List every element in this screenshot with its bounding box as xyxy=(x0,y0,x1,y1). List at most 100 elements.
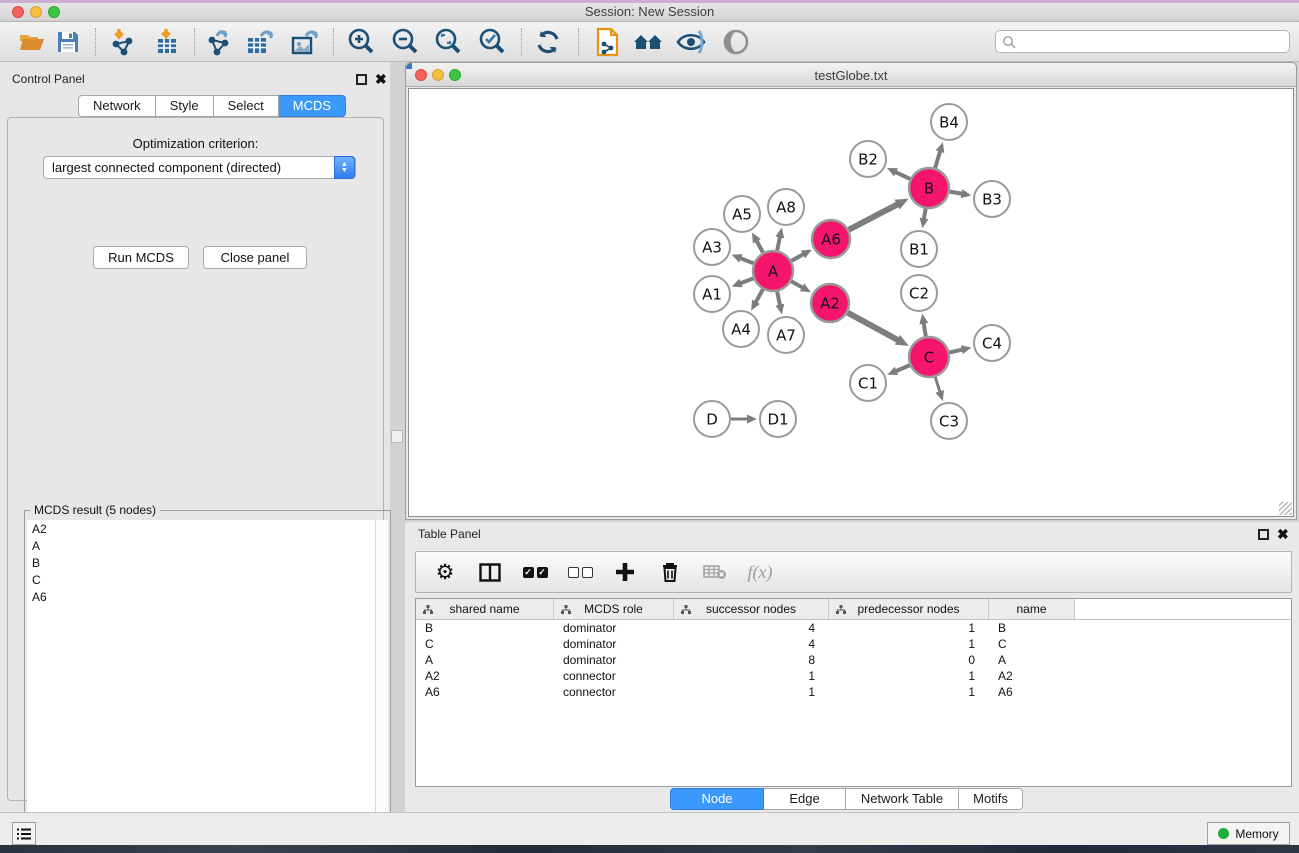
table-row[interactable]: A dominator 8 0 A xyxy=(416,652,1291,668)
table-panel-title: Table Panel xyxy=(418,527,481,541)
tab-network[interactable]: Network xyxy=(78,95,156,117)
refresh-icon[interactable] xyxy=(532,27,564,57)
open-file-icon[interactable] xyxy=(16,27,48,57)
deselect-all-icon[interactable] xyxy=(566,558,594,586)
result-item[interactable]: A2 xyxy=(27,520,388,537)
network-title: testGlobe.txt xyxy=(406,68,1296,83)
graph-edge-A-A6[interactable] xyxy=(791,253,804,260)
tab-select[interactable]: Select xyxy=(214,95,279,117)
zoom-fit-icon[interactable] xyxy=(432,27,464,57)
first-neighbors-icon[interactable] xyxy=(632,27,664,57)
column-header-predecessor-nodes[interactable]: predecessor nodes xyxy=(829,599,989,619)
resize-grip-icon[interactable] xyxy=(1279,502,1292,515)
zoom-in-icon[interactable] xyxy=(345,27,377,57)
network-graph: B4B2BB3A5A8A6B1A3AA1C2A2A4A7C4CC1C3DD1 xyxy=(409,89,1295,518)
graph-edge-arrowhead xyxy=(919,314,928,325)
graph-edge-A-A1[interactable] xyxy=(739,278,753,283)
graph-node-label-D1: D1 xyxy=(767,410,788,428)
graph-node-label-C4: C4 xyxy=(982,334,1002,352)
result-item[interactable]: C xyxy=(27,571,388,588)
result-item[interactable]: A6 xyxy=(27,588,388,605)
dropdown-stepper-icon: ▲▼ xyxy=(334,156,355,179)
graph-edge-C-C2[interactable] xyxy=(923,322,925,337)
import-table-icon[interactable] xyxy=(151,27,183,57)
table-row[interactable]: C dominator 4 1 C xyxy=(416,636,1291,652)
column-header-mcds-role[interactable]: MCDS role xyxy=(554,599,674,619)
table-row[interactable]: A2 connector 1 1 A2 xyxy=(416,668,1291,684)
result-item[interactable]: A xyxy=(27,537,388,554)
function-builder-icon[interactable]: f(x) xyxy=(746,558,774,586)
delete-table-icon[interactable] xyxy=(701,558,729,586)
save-session-icon[interactable] xyxy=(52,27,84,57)
graph-edge-A-A4[interactable] xyxy=(755,289,763,303)
export-image-icon[interactable] xyxy=(290,27,322,57)
graph-edge-A6-B[interactable] xyxy=(849,204,899,230)
tab-network-table[interactable]: Network Table xyxy=(846,788,959,810)
table-row[interactable]: B dominator 4 1 B xyxy=(416,620,1291,636)
vertical-divider-handle[interactable] xyxy=(391,430,403,443)
table-header-row: shared name MCDS role successor nodes pr… xyxy=(416,599,1291,620)
export-table-icon[interactable] xyxy=(245,27,277,57)
tab-edge-table[interactable]: Edge Table xyxy=(764,788,846,810)
graph-edge-C-C3[interactable] xyxy=(935,377,940,393)
zoom-out-icon[interactable] xyxy=(389,27,421,57)
graph-edge-A-A2[interactable] xyxy=(791,281,804,288)
search-field[interactable] xyxy=(995,30,1290,53)
desktop-strip xyxy=(0,845,1299,853)
graph-edge-C-C1[interactable] xyxy=(895,365,910,371)
graph-node-label-A6: A6 xyxy=(821,230,841,248)
column-header-shared-name[interactable]: shared name xyxy=(416,599,554,619)
table-settings-gear-icon[interactable]: ⚙ xyxy=(431,558,459,586)
graph-edge-A-A8[interactable] xyxy=(777,235,780,250)
optimization-criterion-dropdown[interactable]: largest connected component (directed) ▲… xyxy=(43,156,356,179)
new-network-from-file-icon[interactable] xyxy=(592,27,624,57)
hide-graphics-details-icon[interactable] xyxy=(675,27,707,57)
show-columns-icon[interactable] xyxy=(476,558,504,586)
zoom-selected-icon[interactable] xyxy=(476,27,508,57)
graph-edge-C-C4[interactable] xyxy=(949,349,963,352)
tab-node-table[interactable]: Node Table xyxy=(670,788,764,810)
node-table: shared name MCDS role successor nodes pr… xyxy=(415,598,1292,787)
close-table-panel-icon[interactable]: ✖ xyxy=(1277,528,1289,540)
result-item[interactable]: B xyxy=(27,554,388,571)
close-panel-icon[interactable]: ✖ xyxy=(375,73,387,85)
add-column-icon[interactable] xyxy=(611,558,639,586)
network-window-titlebar[interactable]: testGlobe.txt xyxy=(406,63,1296,87)
show-graphics-details-icon[interactable] xyxy=(720,27,752,57)
mcds-result-list: A2 A B C A6 xyxy=(27,520,388,847)
run-mcds-button[interactable]: Run MCDS xyxy=(93,246,189,269)
graph-edge-A-A3[interactable] xyxy=(739,258,753,264)
tab-mcds[interactable]: MCDS xyxy=(279,95,346,117)
memory-button[interactable]: Memory xyxy=(1207,822,1290,845)
task-history-button[interactable] xyxy=(12,822,36,845)
graph-edge-B-B4[interactable] xyxy=(935,150,940,168)
delete-column-trash-icon[interactable] xyxy=(656,558,684,586)
network-canvas[interactable]: B4B2BB3A5A8A6B1A3AA1C2A2A4A7C4CC1C3DD1 xyxy=(408,88,1294,517)
optimization-criterion-label: Optimization criterion: xyxy=(8,136,383,151)
float-panel-icon[interactable] xyxy=(356,74,367,85)
graph-edge-A2-C[interactable] xyxy=(848,313,900,341)
graph-edge-B-B3[interactable] xyxy=(950,192,964,194)
toolbar-separator xyxy=(521,28,522,56)
search-input[interactable] xyxy=(1016,35,1289,49)
export-network-icon[interactable] xyxy=(203,27,235,57)
graph-node-label-A7: A7 xyxy=(776,326,796,344)
memory-status-icon xyxy=(1218,828,1229,839)
table-row[interactable]: A6 connector 1 1 A6 xyxy=(416,684,1291,700)
import-network-icon[interactable] xyxy=(106,27,138,57)
float-table-panel-icon[interactable] xyxy=(1258,529,1269,540)
select-all-icon[interactable]: ✓✓ xyxy=(521,558,549,586)
column-header-successor-nodes[interactable]: successor nodes xyxy=(674,599,829,619)
tab-style[interactable]: Style xyxy=(156,95,214,117)
column-header-name[interactable]: name xyxy=(989,599,1075,619)
graph-edge-A-A5[interactable] xyxy=(756,239,763,252)
result-list-scrollbar[interactable] xyxy=(375,520,388,847)
tab-motifs[interactable]: Motifs xyxy=(959,788,1023,810)
graph-edge-A-A7[interactable] xyxy=(777,292,780,307)
table-panel-tabs: Node Table Edge Table Network Table Moti… xyxy=(670,788,1023,810)
graph-node-label-D: D xyxy=(706,410,718,428)
graph-edge-arrowhead xyxy=(732,279,743,287)
graph-edge-B-B2[interactable] xyxy=(894,171,910,179)
control-panel-title: Control Panel xyxy=(12,72,85,86)
close-panel-button[interactable]: Close panel xyxy=(203,246,307,269)
